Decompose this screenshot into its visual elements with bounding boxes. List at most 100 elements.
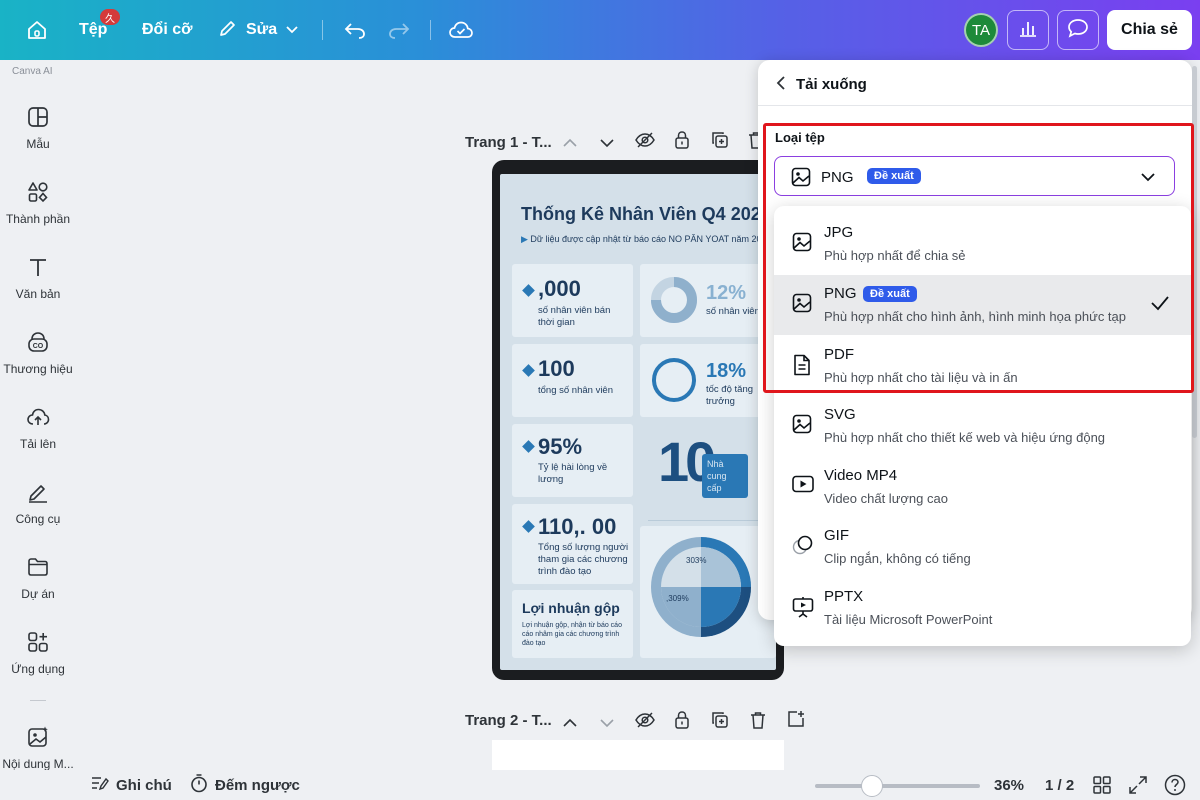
option-description: Clip ngắn, không có tiếng	[824, 551, 971, 566]
chevron-down-icon	[286, 21, 298, 39]
sidebar-item-apps[interactable]: Ứng dụng	[0, 630, 76, 700]
page-2-header: Trang 2 - T...	[465, 710, 552, 730]
option-description: Phù hợp nhất để chia sẻ	[824, 248, 966, 263]
notes-button[interactable]: Ghi chú	[91, 770, 172, 800]
lock-icon[interactable]	[674, 130, 690, 155]
sidebar-item-templates[interactable]: Mẫu	[0, 105, 76, 175]
image-icon	[792, 232, 812, 257]
cloud-saved-icon[interactable]	[449, 0, 473, 60]
delete-page-icon[interactable]	[750, 711, 766, 734]
recommended-badge: Đề xuất	[863, 286, 917, 302]
file-type-option-png[interactable]: PNG Đề xuất Phù hợp nhất cho hình ảnh, h…	[774, 275, 1191, 335]
page-title[interactable]: Trang 2 - T...	[465, 712, 552, 729]
poster-title: Thống Kê Nhân Viên Q4 2025	[521, 204, 771, 224]
image-icon	[792, 414, 812, 439]
pie-label: ,309%	[666, 594, 689, 603]
stat-value: 110,. 00	[538, 514, 617, 539]
page-counter[interactable]: 1 / 2	[1045, 770, 1074, 800]
recommended-badge: Đề xuất	[867, 168, 921, 184]
sidebar-item-label: Nội dung M...	[2, 757, 74, 771]
stat-text: số nhân viên bán thời gian	[538, 305, 611, 328]
zoom-level[interactable]: 36%	[994, 770, 1024, 800]
option-description: Phù hợp nhất cho tài liệu và in ấn	[824, 370, 1018, 385]
stat-text: Tổng số lượng người tham gia các chương …	[538, 542, 629, 577]
checkmark-icon	[1150, 295, 1170, 316]
file-type-select[interactable]: PNG Đề xuất	[774, 156, 1175, 196]
analytics-button[interactable]	[1007, 10, 1049, 50]
stat-value: 18%	[706, 360, 747, 382]
option-description: Tài liệu Microsoft PowerPoint	[824, 612, 993, 627]
chevron-down-icon[interactable]	[600, 715, 614, 733]
add-page-icon[interactable]	[787, 710, 805, 733]
chevron-up-icon[interactable]	[563, 135, 577, 153]
page-title[interactable]: Trang 1 - T...	[465, 134, 552, 151]
edit-label: Sửa	[246, 21, 278, 38]
pie-card: 303% ,309%	[640, 526, 776, 658]
redo-icon[interactable]	[388, 0, 410, 60]
toolbar-divider	[322, 20, 323, 40]
share-button[interactable]: Chia sẻ	[1107, 10, 1192, 50]
sidebar-item-brand[interactable]: CO Thương hiệu	[0, 330, 76, 400]
fullscreen-icon[interactable]	[1129, 770, 1147, 800]
supplier-block: 10 Nhà cung cấp	[640, 424, 776, 504]
stat-card: 100 tổng số nhân viên	[512, 344, 633, 417]
sidebar-item-label: Dự án	[21, 587, 55, 601]
upload-icon	[26, 405, 50, 429]
edit-menu-button[interactable]: Sửa	[218, 0, 298, 60]
panel-scrollbar[interactable]	[1192, 66, 1197, 438]
file-type-option-jpg[interactable]: JPG Phù hợp nhất để chia sẻ	[774, 214, 1191, 274]
file-type-option-gif[interactable]: GIF Clip ngắn, không có tiếng	[774, 517, 1191, 577]
timer-button[interactable]: Đếm ngược	[190, 770, 300, 800]
stat-text: tốc độ tăng trưởng	[706, 384, 754, 407]
diamond-bullet-icon	[522, 520, 535, 533]
user-avatar[interactable]: TA	[964, 13, 998, 47]
file-type-option-svg[interactable]: SVG Phù hợp nhất cho thiết kế web và hiệ…	[774, 396, 1191, 456]
file-type-option-mp4[interactable]: Video MP4 Video chất lượng cao	[774, 457, 1191, 517]
option-name: Video MP4	[824, 467, 898, 484]
duplicate-page-icon[interactable]	[711, 711, 729, 734]
stat-text: tổng số nhân viên	[538, 385, 614, 396]
stat-card: 95% Tỷ lệ hài lòng về lương	[512, 424, 633, 497]
ring-chart-icon	[652, 358, 696, 402]
option-name: PNG	[824, 285, 857, 302]
home-icon[interactable]	[26, 0, 48, 60]
hide-eye-icon[interactable]	[635, 712, 655, 733]
comments-button[interactable]	[1057, 10, 1099, 50]
stat-card: 12% số nhân viên	[640, 264, 776, 337]
chevron-down-icon	[1141, 169, 1155, 187]
help-icon[interactable]	[1164, 770, 1186, 800]
lock-icon[interactable]	[674, 710, 690, 735]
notes-icon	[91, 775, 109, 795]
page-2-canvas[interactable]	[492, 740, 784, 770]
duplicate-page-icon[interactable]	[711, 131, 729, 154]
stat-value: 100	[538, 356, 575, 381]
file-type-option-pdf[interactable]: PDF Phù hợp nhất cho tài liệu và in ấn	[774, 336, 1191, 396]
sidebar-item-uploads[interactable]: Tải lên	[0, 405, 76, 475]
file-type-option-pptx[interactable]: PPTX Tài liệu Microsoft PowerPoint	[774, 578, 1191, 638]
sidebar-item-tools[interactable]: Công cụ	[0, 480, 76, 550]
sidebar-item-text[interactable]: Văn bản	[0, 255, 76, 325]
tools-icon	[26, 480, 50, 504]
hide-eye-icon[interactable]	[635, 132, 655, 153]
chevron-down-icon[interactable]	[600, 135, 614, 153]
image-icon	[791, 167, 811, 192]
resize-button[interactable]: Đổi cỡ	[142, 0, 193, 60]
grid-view-icon[interactable]	[1093, 770, 1111, 800]
presentation-icon	[792, 596, 814, 623]
zoom-slider[interactable]	[815, 784, 980, 788]
sidebar-item-elements[interactable]: Thành phần	[0, 180, 76, 250]
chevron-up-icon[interactable]	[563, 715, 577, 733]
download-panel-header: Tải xuống	[758, 60, 1192, 106]
stat-value: ,000	[538, 276, 581, 301]
stat-value: 12%	[706, 282, 747, 304]
zoom-slider-handle[interactable]	[861, 775, 883, 797]
undo-icon[interactable]	[344, 0, 366, 60]
pencil-icon	[218, 18, 238, 43]
tablet-mockup: Thống Kê Nhân Viên Q4 2025 ▶ Dữ liệu đượ…	[492, 160, 784, 680]
video-icon	[792, 475, 814, 498]
sidebar-cutoff-label: Canva AI	[12, 66, 53, 77]
back-chevron-icon[interactable]	[776, 75, 786, 96]
resize-label: Đổi cỡ	[142, 21, 193, 38]
sidebar-item-projects[interactable]: Dự án	[0, 555, 76, 625]
poster-design[interactable]: Thống Kê Nhân Viên Q4 2025 ▶ Dữ liệu đượ…	[500, 174, 776, 670]
